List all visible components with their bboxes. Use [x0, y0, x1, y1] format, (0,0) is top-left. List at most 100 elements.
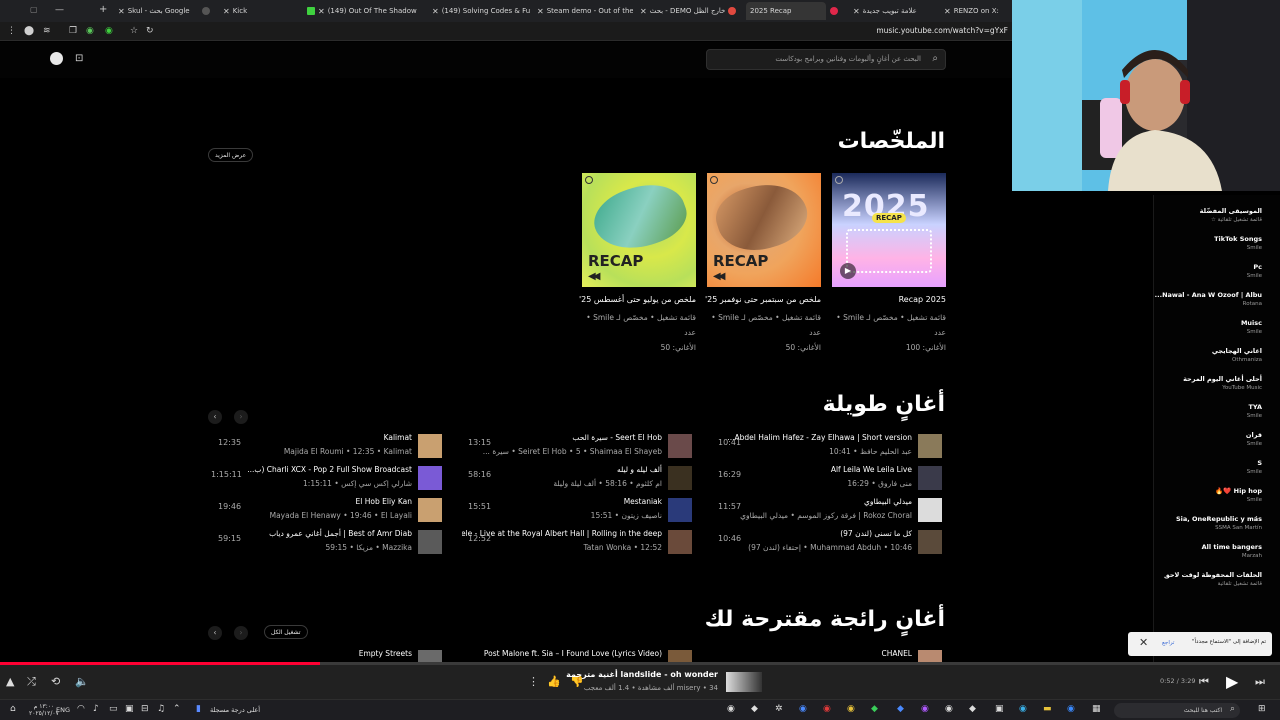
tab-kick[interactable]: ✕ Kick [202, 2, 262, 20]
clock[interactable]: ١٣:٠٠ م ٢٠٢٥/١٢/٠٧ [29, 703, 59, 717]
tab-steam-demo[interactable]: ✕ Steam demo - Out of the [537, 2, 633, 20]
song-thumbnail[interactable] [918, 466, 942, 490]
tab-new[interactable]: ✕ علامة تبويب جديدة [830, 2, 930, 20]
taskbar-search-input[interactable]: اكتب هنا للبحث ⌕ [1114, 703, 1240, 718]
card-title[interactable]: ملخص من يوليو حتى أغسطس 25' [579, 295, 696, 304]
expand-up-icon[interactable]: ▲ [6, 675, 14, 688]
close-icon[interactable]: ✕ [432, 7, 439, 16]
more-options-icon[interactable]: ⋮ [528, 675, 539, 688]
song-title[interactable]: CHANEL [881, 649, 912, 658]
carousel-next-button[interactable]: › [234, 626, 248, 640]
play-icon[interactable]: ▶ [840, 263, 856, 279]
new-tab-icon[interactable]: + [99, 4, 107, 15]
wifi-icon[interactable]: ◠ [77, 704, 85, 714]
sidebar-item[interactable]: اغاني الهجايجي Othmaniza [1212, 347, 1262, 363]
next-icon[interactable]: ⏭ [1255, 675, 1265, 689]
settings-icon[interactable]: ✲ [775, 704, 783, 714]
song-title[interactable]: Charli XCX - Pop 2 Full Show Broadcast (… [247, 465, 412, 474]
cast-icon[interactable]: ⊡ [75, 53, 83, 64]
sidebar-item[interactable]: TikTok Songs Smile [1214, 235, 1262, 251]
chevron-up-icon[interactable]: ⌃ [173, 704, 181, 714]
song-title[interactable]: Best of Amr Diab | أجمل أغاني عمرو دياب [269, 529, 412, 538]
extension-icon[interactable]: ◉ [86, 26, 94, 36]
close-icon[interactable]: ✕ [318, 7, 325, 16]
carousel-prev-button[interactable]: ‹ [208, 410, 222, 424]
tab-out-of-shadow[interactable]: ✕ (149) Out Of The Shadow [307, 2, 427, 20]
song-thumbnail[interactable] [668, 434, 692, 458]
display-icon[interactable]: ▣ [125, 704, 134, 714]
song-thumbnail[interactable] [418, 530, 442, 554]
tab-renzo[interactable]: ✕ RENZO on X: [944, 2, 1012, 20]
song-item[interactable]: كل ما تسنى (لندن 97) Muhammad Abduh • 10… [700, 529, 942, 555]
sidebar-item[interactable]: Muisc Smile [1241, 319, 1262, 335]
song-item[interactable]: Kalimat Majida El Roumi • 12:35 • Kalima… [200, 433, 442, 459]
chat-icon[interactable]: ≋ [43, 26, 51, 36]
song-item[interactable]: Seert El Hob - سيرة الحب Seiret El Hob •… [452, 433, 692, 459]
sidebar-item[interactable]: أحلى أغاني اليوم المرحة YouTube Music [1183, 375, 1262, 391]
chrome-icon[interactable]: ◉ [847, 704, 855, 714]
previous-icon[interactable]: ⏮ [1199, 675, 1209, 689]
url-text[interactable]: music.youtube.com/watch?v=gYxF [876, 26, 1008, 35]
carousel-next-button[interactable]: › [234, 410, 248, 424]
song-title[interactable]: Empty Streets [359, 649, 412, 658]
tab-demo-search[interactable]: ✕ بحث - DEMO خارج الظل [640, 2, 736, 20]
carousel-prev-button[interactable]: ‹ [208, 626, 222, 640]
language-indicator[interactable]: ENG [56, 706, 70, 714]
close-icon[interactable]: ✕ [118, 7, 125, 16]
now-playing-thumbnail[interactable] [726, 672, 762, 692]
sidebar-item[interactable]: قران Smile [1246, 431, 1262, 447]
song-item[interactable]: ميدلي البيطاوي Rokoz Choral | فرقة ركوز … [700, 497, 942, 523]
sidebar-item[interactable]: S Smile [1247, 459, 1262, 475]
recap-card-2025[interactable]: 2025 RECAP ▶ 2025 Recap قائمة تشغيل • مخ… [832, 173, 946, 355]
recap-card-thumbnail[interactable]: RECAP ◀◀ [582, 173, 696, 287]
song-title[interactable]: Alf Leila We Leila Live [831, 465, 912, 474]
song-thumbnail[interactable] [918, 434, 942, 458]
recap-card-thumbnail[interactable]: RECAP ◀◀ [707, 173, 821, 287]
show-more-button[interactable]: عرض المزيد [208, 148, 254, 162]
close-icon[interactable]: ✕ [853, 7, 860, 16]
song-item[interactable]: Alf Leila We Leila Live منى فاروق • 16:2… [700, 465, 942, 491]
song-thumbnail[interactable] [668, 466, 692, 490]
song-thumbnail[interactable] [668, 530, 692, 554]
song-title[interactable]: ألف ليله و ليله [617, 465, 662, 474]
sidebar-item[interactable]: All time bangers Marzah [1202, 543, 1262, 559]
sidebar-item[interactable]: الحلقات المحفوظة لوقت لاحق قائمة تشغيل تل… [1164, 571, 1262, 587]
song-item[interactable]: Best of Amr Diab | أجمل أغاني عمرو دياب … [200, 529, 442, 555]
notifications-icon[interactable]: ⌂ [10, 704, 16, 714]
song-item[interactable]: El Hob Eliy Kan Mayada El Henawy • 19:46… [200, 497, 442, 523]
now-playing-subtitle[interactable]: misery • 34 ألف مشاهدة • 1.4 ألف معجب [584, 684, 718, 692]
song-item[interactable]: Mestaniak ناصيف زيتون • 15:51 15:51 [452, 497, 692, 523]
card-title[interactable]: 2025 Recap [832, 295, 946, 304]
volume-icon[interactable]: ♪ [93, 704, 99, 714]
song-thumbnail[interactable] [418, 466, 442, 490]
app-icon[interactable]: ◆ [871, 704, 878, 714]
app-icon[interactable]: ◆ [897, 704, 904, 714]
weather-text[interactable]: أعلى درجة مسجلة [210, 706, 260, 714]
song-title[interactable]: Abdel Halim Hafez - Zay Elhawa | Short v… [727, 433, 912, 442]
song-title[interactable]: Post Malone ft. Sia – I Found Love (Lyri… [484, 649, 662, 658]
song-item[interactable]: Charli XCX - Pop 2 Full Show Broadcast (… [200, 465, 442, 491]
windows-start-icon[interactable]: ⊞ [1258, 704, 1266, 714]
app-icon[interactable]: ◉ [727, 704, 735, 714]
avatar[interactable] [50, 52, 63, 65]
song-thumbnail[interactable] [918, 530, 942, 554]
window-menu-icon[interactable]: ▢ [30, 5, 38, 14]
recap-card-sep-nov[interactable]: RECAP ◀◀ ملخص من سبتمبر حتى نوفمبر 25' ق… [705, 173, 821, 355]
song-title[interactable]: ميدلي البيطاوي [864, 497, 912, 506]
close-icon[interactable]: ✕ [640, 7, 647, 16]
song-thumbnail[interactable] [918, 498, 942, 522]
song-thumbnail[interactable] [668, 498, 692, 522]
reload-icon[interactable]: ↻ [146, 26, 154, 36]
like-icon[interactable]: 👍 [547, 675, 561, 688]
song-title[interactable]: El Hob Eliy Kan [356, 497, 412, 506]
sidebar-item[interactable]: Sia, OneRepublic y más SSMA San Martín [1176, 515, 1262, 531]
app-icon[interactable]: ◆ [969, 704, 976, 714]
battery-icon[interactable]: ▭ [109, 704, 118, 714]
song-title[interactable]: Kalimat [384, 433, 412, 442]
song-item[interactable]: Adele - Live at the Royal Albert Hall | … [452, 529, 692, 555]
sidebar-item[interactable]: Nawal - Ana W Ozoof | Albu... Rotana [1155, 291, 1262, 307]
repeat-icon[interactable]: ⟲ [51, 675, 60, 688]
menu-dots-icon[interactable]: ⋮ [7, 26, 16, 36]
close-icon[interactable]: ✕ [1139, 636, 1148, 649]
sidebar-item[interactable]: TYA Smile [1247, 403, 1262, 419]
